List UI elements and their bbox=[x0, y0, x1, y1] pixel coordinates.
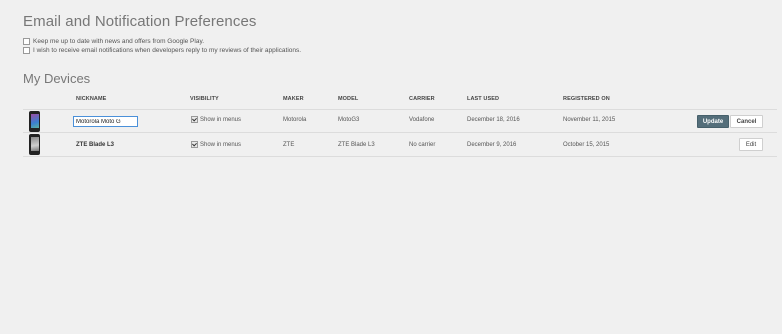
model-cell: MotoG3 bbox=[338, 117, 360, 123]
column-header-visibility: VISIBILITY bbox=[190, 96, 219, 102]
visibility-label: Show in menus bbox=[200, 116, 242, 123]
last-used-cell: December 9, 2016 bbox=[467, 142, 517, 148]
model-cell: ZTE Blade L3 bbox=[338, 142, 375, 148]
developer-reply-checkbox[interactable] bbox=[23, 47, 30, 54]
carrier-cell: Vodafone bbox=[409, 117, 435, 123]
last-used-cell: December 18, 2016 bbox=[467, 117, 520, 123]
column-header-maker: MAKER bbox=[283, 96, 304, 102]
column-header-last-used: LAST USED bbox=[467, 96, 500, 102]
preferences-heading: Email and Notification Preferences bbox=[23, 13, 257, 30]
registered-on-cell: October 15, 2015 bbox=[563, 142, 610, 148]
header-divider bbox=[23, 109, 777, 110]
visibility-toggle[interactable]: Show in menus bbox=[191, 116, 241, 123]
maker-cell: Motorola bbox=[283, 117, 307, 123]
news-offers-label: Keep me up to date with news and offers … bbox=[33, 38, 205, 45]
maker-cell: ZTE bbox=[283, 142, 295, 148]
column-header-registered-on: REGISTERED ON bbox=[563, 96, 610, 102]
devices-heading: My Devices bbox=[23, 71, 91, 86]
nickname-input[interactable] bbox=[73, 116, 138, 127]
visibility-toggle[interactable]: Show in menus bbox=[191, 141, 241, 148]
show-in-menus-checkbox[interactable] bbox=[191, 141, 198, 148]
developer-reply-label: I wish to receive email notifications wh… bbox=[33, 47, 302, 54]
row-divider bbox=[23, 156, 777, 157]
news-offers-option[interactable]: Keep me up to date with news and offers … bbox=[23, 38, 204, 45]
row-divider bbox=[23, 132, 777, 133]
nickname-cell: ZTE Blade L3 bbox=[76, 142, 115, 148]
carrier-cell: No carrier bbox=[409, 142, 436, 148]
edit-button[interactable]: Edit bbox=[739, 138, 763, 151]
cancel-button[interactable]: Cancel bbox=[730, 115, 763, 128]
developer-reply-option[interactable]: I wish to receive email notifications wh… bbox=[23, 47, 301, 54]
news-offers-checkbox[interactable] bbox=[23, 38, 30, 45]
registered-on-cell: November 11, 2015 bbox=[563, 117, 616, 123]
show-in-menus-checkbox[interactable] bbox=[191, 116, 198, 123]
smartphone-icon bbox=[29, 111, 40, 132]
column-header-carrier: CARRIER bbox=[409, 96, 435, 102]
column-header-nickname: NICKNAME bbox=[76, 96, 107, 102]
smartphone-icon bbox=[29, 134, 40, 155]
visibility-label: Show in menus bbox=[200, 141, 242, 148]
update-button[interactable]: Update bbox=[697, 115, 729, 128]
column-header-model: MODEL bbox=[338, 96, 359, 102]
